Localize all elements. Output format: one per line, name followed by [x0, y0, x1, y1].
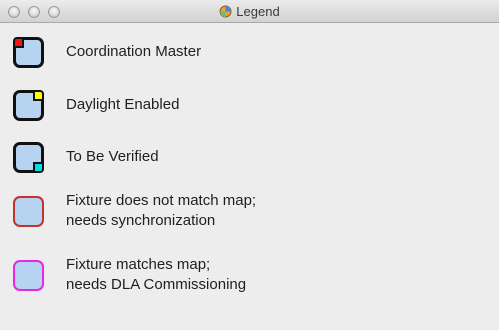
- legend-label: Daylight Enabled: [66, 96, 180, 113]
- legend-item-needs-synchronization: Fixture does not match map; needs synchr…: [13, 192, 256, 231]
- needs-dla-commissioning-icon: [13, 260, 44, 291]
- legend-label-line1: Fixture does not match map;: [66, 192, 257, 209]
- title-area: Legend: [0, 0, 499, 22]
- legend-window: Legend Coordination Master Daylight Enab…: [0, 0, 499, 330]
- legend-label-line2: needs DLA Commissioning: [66, 276, 247, 293]
- legend-item-coordination-master: Coordination Master: [13, 37, 201, 68]
- legend-app-icon: [219, 5, 232, 18]
- needs-synchronization-icon: [13, 196, 44, 227]
- daylight-enabled-icon: [13, 90, 44, 121]
- yellow-corner-marker: [33, 90, 44, 101]
- window-title: Legend: [236, 3, 280, 19]
- coordination-master-icon: [13, 37, 44, 68]
- legend-label-line2: needs synchronization: [66, 212, 216, 229]
- to-be-verified-icon: [13, 142, 44, 173]
- legend-label: To Be Verified: [66, 148, 159, 165]
- legend-item-daylight-enabled: Daylight Enabled: [13, 90, 179, 121]
- cyan-corner-marker: [33, 162, 44, 173]
- legend-label-line1: Fixture matches map;: [66, 256, 211, 273]
- legend-label: Coordination Master: [66, 43, 202, 60]
- legend-item-needs-dla-commissioning: Fixture matches map; needs DLA Commissio…: [13, 256, 247, 295]
- title-bar: Legend: [0, 0, 499, 23]
- legend-content: Coordination Master Daylight Enabled To …: [0, 23, 499, 330]
- legend-item-to-be-verified: To Be Verified: [13, 142, 159, 173]
- red-corner-marker: [13, 37, 24, 48]
